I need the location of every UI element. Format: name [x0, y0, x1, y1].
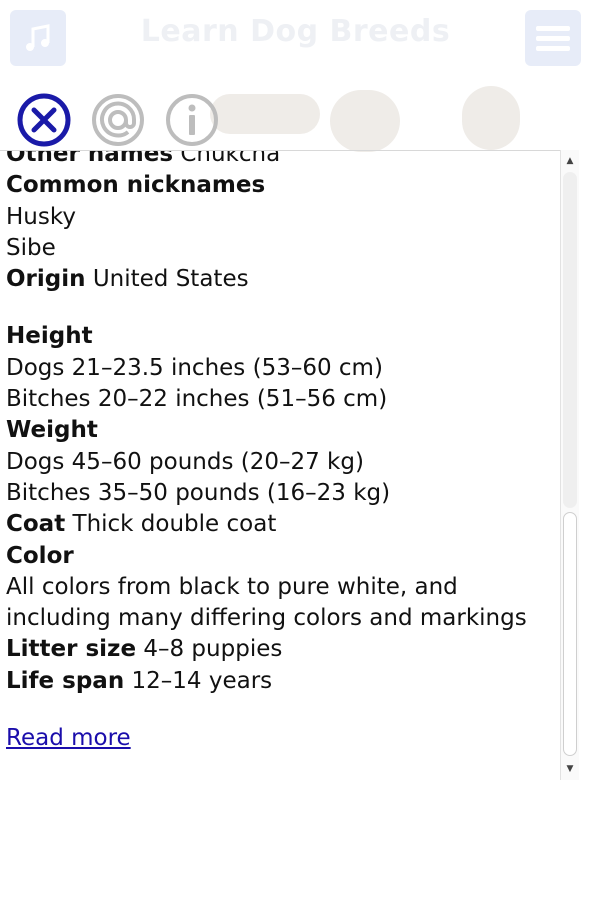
- nickname-item: Sibe: [6, 234, 56, 261]
- litter-size-value: 4–8 puppies: [143, 636, 283, 663]
- life-span-value: 12–14 years: [131, 667, 273, 694]
- scroll-down-arrow-icon[interactable]: ▼: [561, 758, 579, 780]
- life-span-label: Life span: [6, 667, 125, 694]
- common-nicknames-label: Common nicknames: [6, 172, 266, 199]
- color-label: Color: [6, 542, 74, 569]
- origin-label: Origin: [6, 266, 86, 293]
- scroll-track[interactable]: [563, 172, 577, 758]
- scroll-thumb[interactable]: [563, 512, 577, 756]
- close-circle-icon[interactable]: [16, 92, 72, 148]
- dog-image: [330, 90, 400, 152]
- info-icon[interactable]: [164, 92, 220, 148]
- nickname-item: Husky: [6, 203, 76, 230]
- height-label: Height: [6, 323, 93, 350]
- other-names-row: Other names Chukcha: [6, 150, 546, 170]
- dog-image: [210, 94, 320, 134]
- weight-dogs: Dogs 45–60 pounds (20–27 kg): [6, 448, 364, 475]
- coat-row: Coat Thick double coat: [6, 509, 546, 540]
- menu-button[interactable]: [525, 10, 581, 66]
- other-names-value: Chukcha: [180, 150, 281, 167]
- app-title: Learn Dog Breeds: [140, 14, 451, 49]
- life-span-row: Life span 12–14 years: [6, 666, 546, 697]
- litter-size-row: Litter size 4–8 puppies: [6, 634, 546, 665]
- app-window: Learn Dog Breeds Other names Chukcha Com…: [0, 0, 591, 900]
- hamburger-menu-icon: [536, 26, 570, 51]
- height-bitches: Bitches 20–22 inches (51–56 cm): [6, 386, 388, 413]
- app-header: Learn Dog Breeds: [0, 0, 591, 78]
- scroll-track-filled: [563, 172, 577, 508]
- read-more-link[interactable]: Read more: [6, 725, 131, 751]
- height-dogs: Dogs 21–23.5 inches (53–60 cm): [6, 354, 383, 381]
- weight-bitches: Bitches 35–50 pounds (16–23 kg): [6, 479, 391, 506]
- color-value: All colors from black to pure white, and…: [6, 573, 527, 632]
- breed-info-content: Other names Chukcha Common nicknames Hus…: [6, 150, 546, 754]
- at-sign-icon[interactable]: [90, 92, 146, 148]
- coat-value: Thick double coat: [72, 511, 277, 538]
- coat-label: Coat: [6, 511, 66, 538]
- origin-row: Origin United States: [6, 264, 546, 295]
- action-bar: [16, 92, 220, 148]
- other-names-label: Other names: [6, 150, 174, 167]
- weight-label: Weight: [6, 417, 98, 444]
- origin-value: United States: [92, 266, 249, 293]
- litter-size-label: Litter size: [6, 636, 137, 663]
- scrollbar[interactable]: ▲ ▼: [560, 150, 579, 780]
- scroll-up-arrow-icon[interactable]: ▲: [561, 150, 579, 172]
- breed-info-panel[interactable]: Other names Chukcha Common nicknames Hus…: [0, 150, 560, 781]
- dog-image: [462, 86, 520, 150]
